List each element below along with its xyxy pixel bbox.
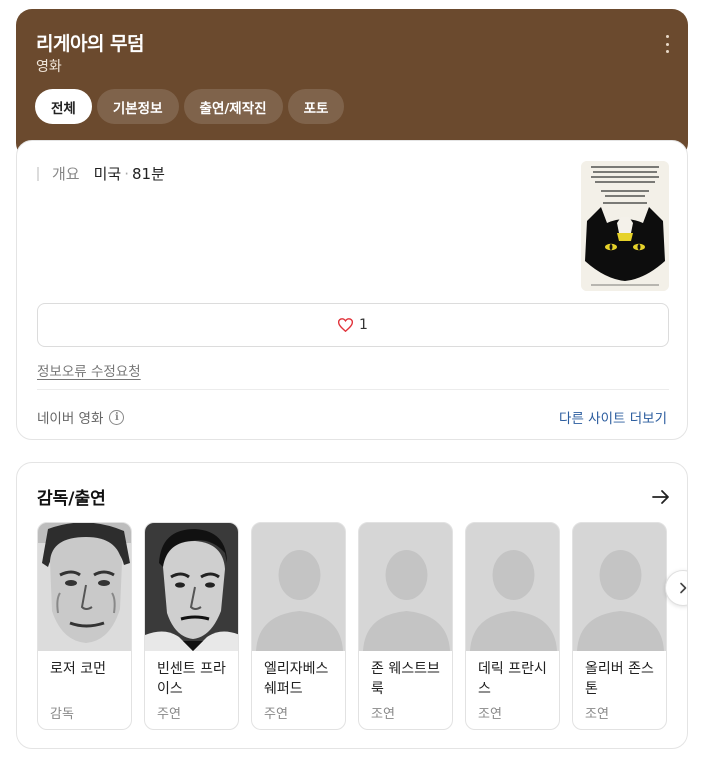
tab-basic-info[interactable]: 기본정보 (96, 89, 179, 124)
chevron-right-icon (680, 582, 687, 594)
more-options-icon[interactable] (660, 35, 674, 53)
person-photo-placeholder (573, 523, 666, 651)
person-role: 조연 (478, 707, 502, 722)
cast-member[interactable]: 엘리자베스 쉐퍼드 주연 (251, 522, 346, 730)
next-cast-button[interactable] (665, 570, 687, 606)
info-icon[interactable]: i (109, 409, 125, 425)
person-photo (38, 523, 131, 651)
person-role: 조연 (585, 707, 609, 722)
person-name: 빈센트 프라이스 (157, 661, 226, 697)
overview-country: 미국 (93, 165, 122, 183)
tab-photos[interactable]: 포토 (287, 89, 345, 124)
tab-cast-crew[interactable]: 출연/제작진 (183, 89, 283, 124)
person-role: 조연 (371, 707, 395, 722)
cast-list: 로저 코먼 감독 빈센트 프라이스 주연 엘리자베스 쉐퍼드 주연 존 웨스트브… (37, 522, 667, 730)
cast-card: 감독/출연 로저 코먼 감독 빈센트 프라이스 주연 엘리자베스 쉐퍼드 주연 … (16, 462, 688, 749)
heart-icon (338, 318, 354, 332)
like-count: 1 (359, 317, 368, 333)
person-name: 데릭 프란시스 (478, 661, 547, 697)
report-error-link[interactable]: 정보오류 수정요청 (37, 360, 141, 380)
cast-section-title: 감독/출연 (37, 489, 106, 509)
tab-all[interactable]: 전체 (35, 89, 92, 124)
person-name: 존 웨스트브룩 (371, 661, 440, 697)
cast-member[interactable]: 올리버 존스톤 조연 (572, 522, 667, 730)
person-name: 엘리자베스 쉐퍼드 (264, 661, 329, 697)
movie-poster[interactable] (581, 161, 669, 291)
person-photo-placeholder (252, 523, 345, 651)
person-name: 올리버 존스톤 (585, 661, 654, 697)
person-role: 감독 (50, 707, 74, 722)
info-card: 개요 미국 · 81분 1 정보오류 수정요청 네이버 영화 i 다른 사이트 … (16, 140, 688, 440)
movie-title: 리게아의 무덤 (36, 33, 145, 55)
person-role: 주연 (264, 707, 288, 722)
person-role: 주연 (157, 707, 181, 722)
overview-row: 개요 미국 · 81분 (37, 163, 165, 184)
cast-member[interactable]: 로저 코먼 감독 (37, 522, 132, 730)
cast-member[interactable]: 존 웨스트브룩 조연 (358, 522, 453, 730)
overview-separator: · (124, 164, 129, 183)
person-name: 로저 코먼 (50, 661, 106, 677)
arrow-right-icon[interactable] (651, 487, 671, 507)
more-sites-link[interactable]: 다른 사이트 더보기 (559, 407, 667, 427)
like-button[interactable]: 1 (37, 303, 669, 347)
movie-category: 영화 (36, 59, 62, 75)
person-photo-placeholder (466, 523, 559, 651)
overview-divider (37, 166, 39, 181)
source-label: 네이버 영화 i (37, 407, 125, 427)
person-photo-placeholder (359, 523, 452, 651)
cast-member[interactable]: 빈센트 프라이스 주연 (144, 522, 239, 730)
overview-label: 개요 (52, 165, 80, 183)
divider (37, 389, 669, 390)
movie-header: 리게아의 무덤 영화 전체 기본정보 출연/제작진 포토 (16, 9, 688, 159)
tab-bar: 전체 기본정보 출연/제작진 포토 (35, 89, 345, 124)
source-name: 네이버 영화 (37, 411, 104, 427)
overview-runtime: 81분 (132, 165, 165, 183)
cast-member[interactable]: 데릭 프란시스 조연 (465, 522, 560, 730)
person-photo (145, 523, 238, 651)
